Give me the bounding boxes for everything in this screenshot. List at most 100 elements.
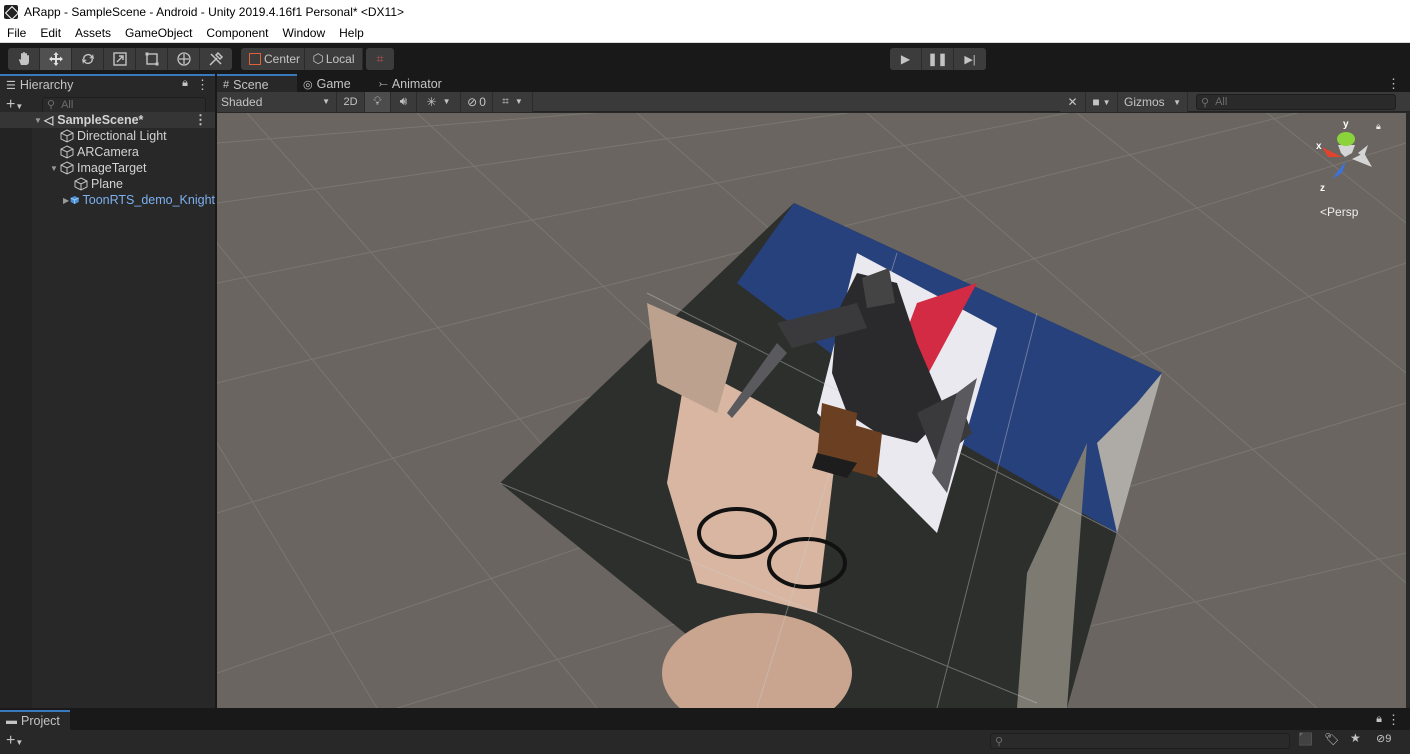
- hierarchy-scene-row[interactable]: ▼ ◁ SampleScene* ⋮: [0, 112, 215, 128]
- grid-dropdown[interactable]: ⌗ ▼: [493, 91, 533, 112]
- search-by-type-icon[interactable]: ⬛: [1298, 732, 1313, 746]
- move-tool-button[interactable]: [40, 48, 72, 70]
- camera-icon: ■: [1092, 95, 1100, 109]
- rotate-tool-icon: [81, 54, 94, 64]
- hidden-packages-count: 9: [1385, 733, 1392, 745]
- scene-more-options-icon[interactable]: ⋮: [1387, 76, 1400, 92]
- menu-window[interactable]: Window: [275, 23, 332, 43]
- project-search-input[interactable]: ⚲: [990, 733, 1290, 749]
- search-icon: ⚲: [1201, 96, 1210, 109]
- hierarchy-item-label: ARCamera: [77, 145, 139, 159]
- project-more-options-icon[interactable]: ⋮: [1387, 712, 1400, 728]
- light-bulb-icon: 💡︎: [373, 94, 382, 108]
- tab-hierarchy[interactable]: ☰ Hierarchy 🔒︎ ⋮: [0, 74, 215, 94]
- scale-tool-button[interactable]: [104, 48, 136, 70]
- pivot-local-button[interactable]: ⬡ Local: [305, 48, 363, 70]
- scene-search-input[interactable]: ⚲ All: [1196, 94, 1396, 110]
- grid-snap-button[interactable]: ⌗: [366, 48, 394, 70]
- mode-2d-toggle[interactable]: 2D: [337, 91, 365, 112]
- hierarchy-item-knight-prefab[interactable]: ▶ ToonRTS_demo_Knight: [0, 192, 215, 208]
- axis-label-z: z: [1320, 183, 1325, 194]
- favorites-star-icon[interactable]: ★: [1350, 731, 1361, 745]
- hierarchy-search-input[interactable]: ⚲ All: [42, 96, 206, 113]
- hierarchy-list: ▼ ◁ SampleScene* ⋮ Directional Light ARC…: [0, 112, 215, 208]
- hierarchy-item-label: Directional Light: [77, 129, 167, 143]
- search-icon: ⚲: [47, 99, 56, 111]
- hierarchy-gutter: [0, 120, 32, 708]
- expand-arrow-icon[interactable]: ▼: [48, 164, 60, 173]
- menu-help[interactable]: Help: [332, 23, 371, 43]
- play-button[interactable]: ▶: [890, 48, 922, 70]
- step-button[interactable]: ▶|: [954, 48, 986, 70]
- custom-tool-button[interactable]: [200, 48, 232, 70]
- tab-project[interactable]: ▬ Project: [0, 710, 70, 730]
- custom-tool-icon: [209, 51, 224, 66]
- chevron-down-icon: ▼: [514, 97, 523, 106]
- project-lock-icon[interactable]: 🔒︎: [1376, 713, 1382, 726]
- gameobject-cube-icon: [60, 145, 74, 159]
- gizmos-label: Gizmos: [1124, 95, 1165, 109]
- menu-gameobject[interactable]: GameObject: [118, 23, 199, 43]
- menu-edit[interactable]: Edit: [33, 23, 68, 43]
- projection-toggle[interactable]: <Persp: [1320, 205, 1358, 219]
- grid-icon: #: [223, 79, 230, 91]
- search-by-label-icon[interactable]: 🏷︎: [1324, 732, 1339, 746]
- hidden-packages-toggle[interactable]: ⊘9: [1376, 732, 1391, 745]
- tools-toggle[interactable]: ✕: [1060, 92, 1086, 112]
- menu-file[interactable]: File: [0, 23, 33, 43]
- scene-options-icon[interactable]: ⋮: [194, 112, 207, 128]
- hierarchy-item-plane[interactable]: Plane: [0, 176, 215, 192]
- scene-toolbar: Shaded ▼ 2D 💡︎ 🔊︎ ✳ ▼ ⊘ 0 ⌗ ▼ ✕ ■ ▼ Gizm…: [217, 91, 1410, 112]
- eye-hidden-icon: ⊘: [467, 94, 478, 109]
- hierarchy-item-arcamera[interactable]: ARCamera: [0, 144, 215, 160]
- move-tool-icon: [48, 52, 63, 66]
- hierarchy-panel: ☰ Hierarchy 🔒︎ ⋮ +▼ ⚲ All ▼ ◁ SampleScen…: [0, 74, 215, 708]
- search-icon: ⚲: [995, 735, 1004, 748]
- hierarchy-search-placeholder: All: [61, 98, 74, 111]
- more-options-icon[interactable]: ⋮: [196, 77, 209, 93]
- hand-tool-button[interactable]: [8, 48, 40, 70]
- hidden-objects-toggle[interactable]: ⊘ 0: [461, 91, 493, 112]
- expand-arrow-icon[interactable]: ▼: [32, 116, 44, 125]
- pivot-center-label: Center: [263, 52, 301, 66]
- scene-search-placeholder: All: [1215, 96, 1228, 108]
- hierarchy-item-imagetarget[interactable]: ▼ ImageTarget: [0, 160, 215, 176]
- projection-label: Persp: [1327, 205, 1359, 219]
- add-object-button[interactable]: +▼: [6, 96, 32, 114]
- pivot-center-button[interactable]: Center: [241, 48, 305, 70]
- collapse-arrow-icon[interactable]: ▶: [62, 196, 70, 205]
- pause-button[interactable]: ❚❚: [922, 48, 954, 70]
- scene-right-controls: ✕ ■ ▼ Gizmos ▼ ⚲ All: [1060, 92, 1396, 112]
- chevron-down-icon: ▼: [1173, 97, 1181, 107]
- axis-label-y: y: [1343, 119, 1349, 130]
- folder-icon: ▬: [6, 715, 17, 727]
- rotate-tool-button[interactable]: [72, 48, 104, 70]
- lock-icon[interactable]: 🔒︎: [182, 77, 188, 93]
- camera-dropdown[interactable]: ■ ▼: [1086, 92, 1118, 112]
- menu-bar: File Edit Assets GameObject Component Wi…: [0, 23, 1410, 43]
- scene-viewport[interactable]: y x z 🔒︎ <Persp: [217, 113, 1406, 708]
- effects-dropdown[interactable]: ✳ ▼: [417, 91, 461, 112]
- lighting-toggle[interactable]: 💡︎: [365, 91, 391, 112]
- unity-logo-icon: [4, 4, 18, 19]
- gizmos-dropdown[interactable]: Gizmos ▼: [1118, 92, 1188, 112]
- hierarchy-item-label: Plane: [91, 177, 123, 191]
- orientation-gizmo[interactable]: y x z 🔒︎ <Persp: [1312, 119, 1382, 219]
- hidden-objects-count: 0: [479, 94, 486, 109]
- rect-tool-button[interactable]: [136, 48, 168, 70]
- gizmo-lock-icon[interactable]: 🔒︎: [1376, 121, 1381, 132]
- effects-icon: ✳: [426, 94, 437, 109]
- tools-icon: ✕: [1067, 95, 1078, 109]
- tab-animator-label: Animator: [391, 77, 442, 91]
- transform-tool-button[interactable]: [168, 48, 200, 70]
- scene-panel: # Scene ◎ Game ⤚ Animator ⋮ Shaded ▼ 2D …: [217, 74, 1410, 708]
- shading-mode-dropdown[interactable]: Shaded ▼: [217, 91, 337, 112]
- create-asset-button[interactable]: +▼: [6, 732, 23, 750]
- project-panel: ▬ Project 🔒︎ ⋮ +▼ ⚲ ⬛ 🏷︎ ★ ⊘9: [0, 710, 1410, 754]
- hierarchy-item-directional-light[interactable]: Directional Light: [0, 128, 215, 144]
- audio-toggle[interactable]: 🔊︎: [391, 91, 417, 112]
- menu-component[interactable]: Component: [199, 23, 275, 43]
- list-icon: ☰: [6, 79, 16, 92]
- main-toolbar: Center ⬡ Local ⌗ ▶ ❚❚ ▶|: [0, 44, 1410, 74]
- menu-assets[interactable]: Assets: [68, 23, 118, 43]
